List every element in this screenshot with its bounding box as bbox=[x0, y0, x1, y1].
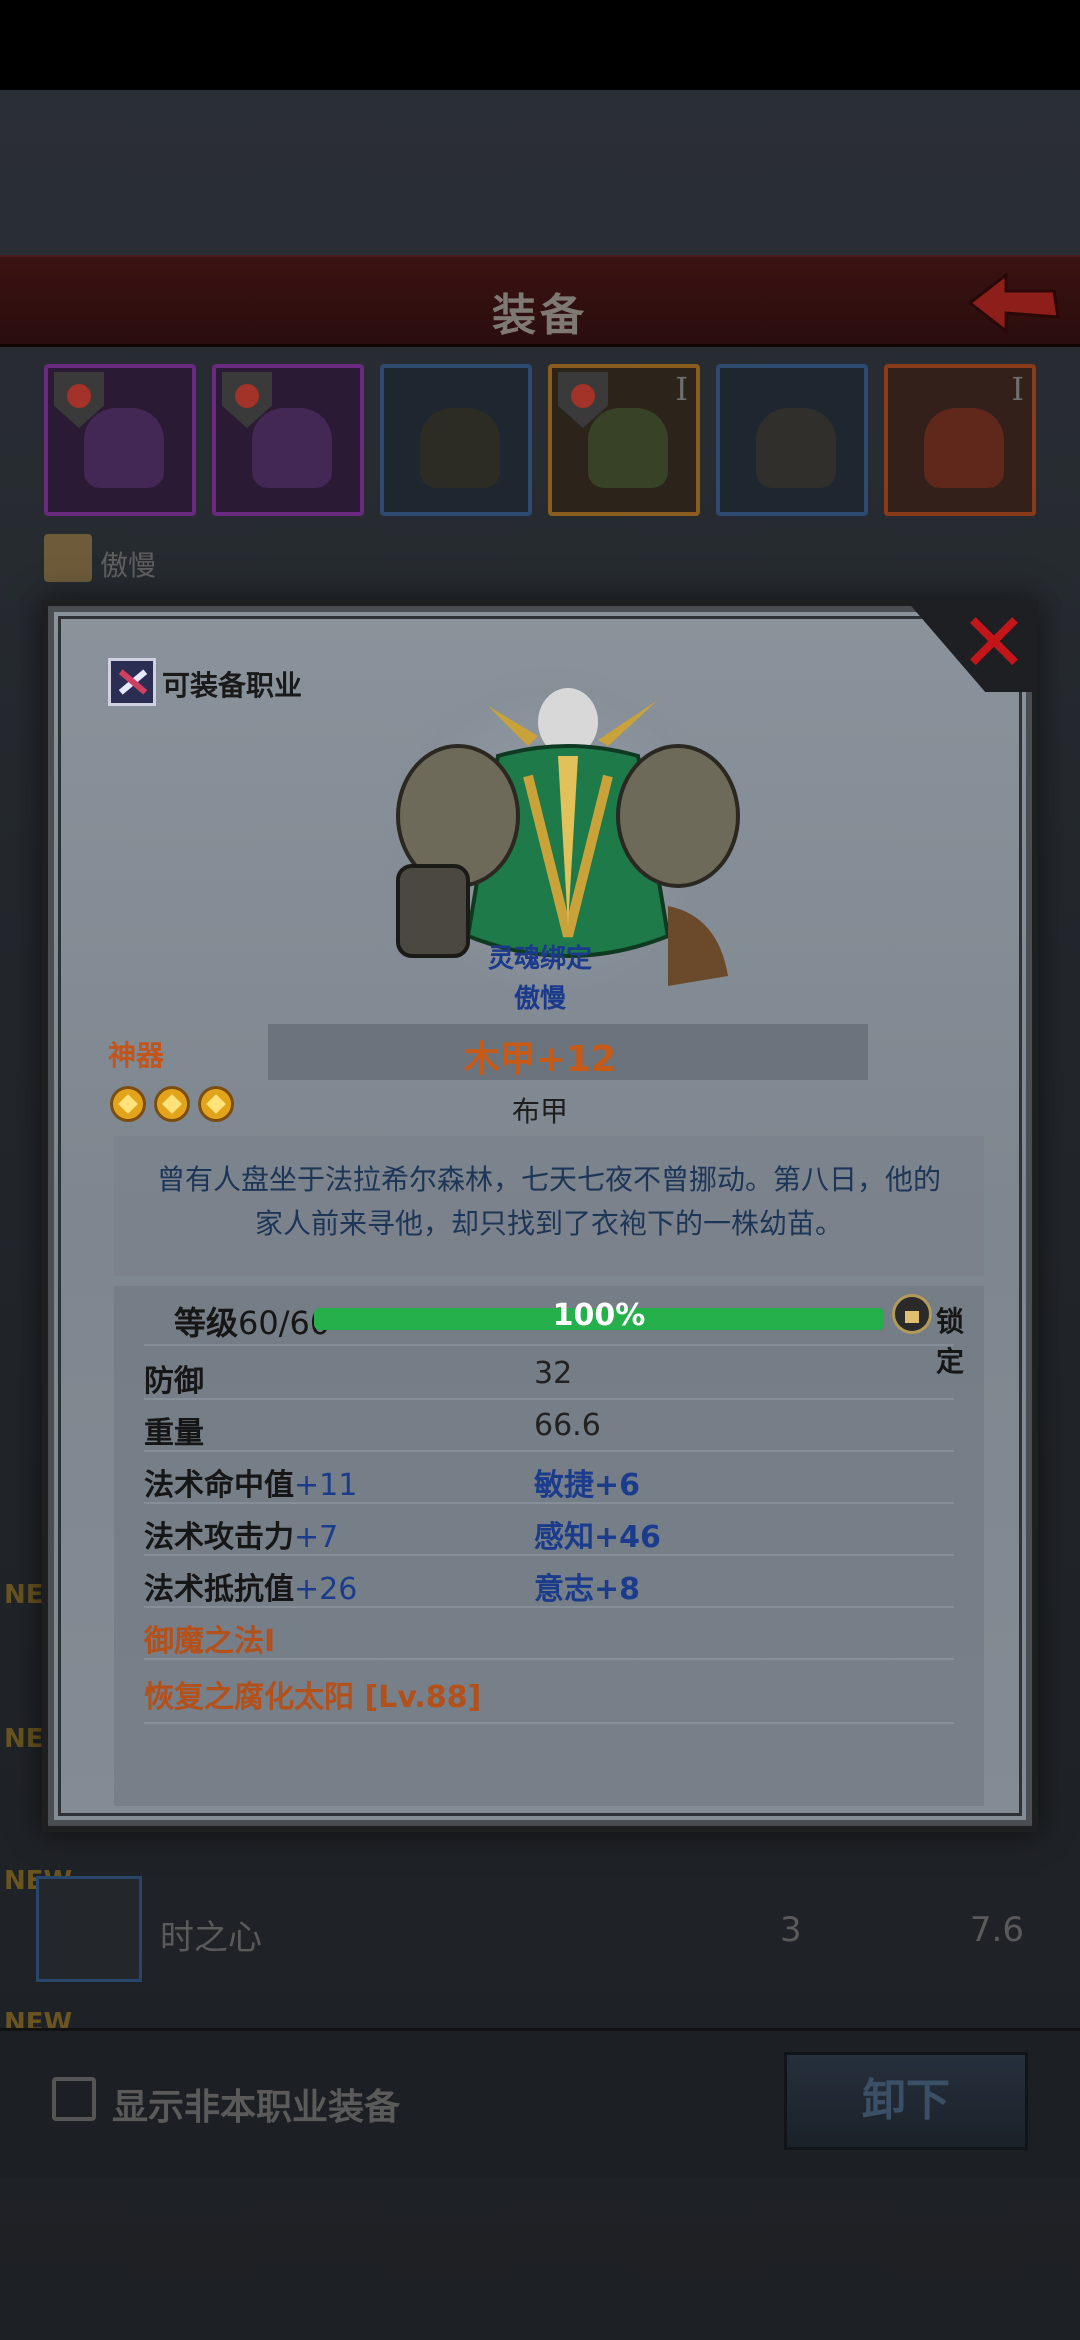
tier-label: I bbox=[1011, 370, 1024, 408]
item-thumbnail bbox=[36, 1876, 142, 1982]
helmet-icon bbox=[84, 408, 164, 488]
item-owner: 傲慢 bbox=[513, 984, 566, 1014]
list-item-count: 3 bbox=[780, 1910, 802, 1950]
bonus-stat-right: 感知+46 bbox=[534, 1520, 661, 1555]
bonus-stat-right: 意志+8 bbox=[534, 1572, 641, 1607]
equipment-slot-hood[interactable] bbox=[212, 364, 364, 516]
stats-box: 等级60/60 100% 锁定 防御 32 重量 66.6 法术命中值+11 敏… bbox=[114, 1286, 984, 1806]
equipment-slot-cloak[interactable] bbox=[380, 364, 532, 516]
equipment-slots: I I bbox=[44, 364, 1044, 516]
item-name: 木甲+12 bbox=[463, 1039, 617, 1080]
knot-charm-icon bbox=[924, 408, 1004, 488]
bonus-stat-left: 法术攻击力+7 bbox=[144, 1520, 339, 1555]
level-label: 等级60/60 bbox=[174, 1304, 331, 1342]
cloak-icon bbox=[420, 408, 500, 488]
stat-row-defense: 防御 32 bbox=[144, 1348, 954, 1400]
status-bar bbox=[0, 0, 1080, 90]
bonus-stat-left: 法术命中值+11 bbox=[144, 1468, 358, 1503]
tier-label: I bbox=[675, 370, 688, 408]
stat-label: 重量 bbox=[144, 1416, 204, 1451]
level-row: 等级60/60 100% 锁定 bbox=[144, 1286, 964, 1378]
stat-value: 32 bbox=[534, 1356, 573, 1391]
equippable-class-label[interactable]: 可装备职业 bbox=[162, 664, 302, 704]
bonus-stat-row: 法术命中值+11 敏捷+6 bbox=[144, 1452, 954, 1504]
stat-value: 66.6 bbox=[534, 1408, 601, 1443]
show-other-class-checkbox[interactable] bbox=[52, 2077, 96, 2121]
skill-label[interactable]: 御魔之法Ⅰ bbox=[144, 1616, 275, 1660]
lock-icon[interactable] bbox=[892, 1294, 932, 1334]
skill-row: 恢复之腐化太阳 [Lv.88] bbox=[144, 1664, 954, 1724]
stat-label: 防御 bbox=[144, 1364, 204, 1399]
description-box: 曾有人盘坐于法拉希尔森林，七天七夜不曾挪动。第八日，他的家人前来寻他，却只找到了… bbox=[114, 1136, 984, 1276]
soulbound-label: 灵魂绑定 bbox=[487, 944, 592, 974]
item-type: 布甲 bbox=[511, 1095, 568, 1128]
header-bar: 装备 bbox=[0, 255, 1080, 347]
bonus-stat-right: 敏捷+6 bbox=[534, 1468, 641, 1503]
equipment-slot-accessory[interactable]: I bbox=[884, 364, 1036, 516]
checkbox-label: 显示非本职业装备 bbox=[112, 2087, 401, 2128]
list-item-weight: 7.6 bbox=[969, 1910, 1024, 1950]
item-detail-modal: ✕ 可装备职业 灵魂绑定 傲慢 神器 木甲+12 布甲 曾有人盘坐于法拉希尔森林… bbox=[42, 600, 1038, 1832]
unequip-button[interactable]: 卸下 bbox=[784, 2052, 1028, 2150]
class-icon[interactable] bbox=[108, 658, 156, 706]
armor-icon bbox=[588, 408, 668, 488]
bonus-stat-left: 法术抵抗值+26 bbox=[144, 1572, 358, 1607]
skill-label[interactable]: 恢复之腐化太阳 [Lv.88] bbox=[144, 1672, 481, 1716]
list-item-name: 时之心 bbox=[160, 1918, 262, 1958]
bonus-stat-row: 法术抵抗值+26 意志+8 bbox=[144, 1556, 954, 1608]
avatar bbox=[44, 534, 92, 582]
list-item[interactable]: 时之心 3 7.6 bbox=[36, 1876, 1046, 1986]
stat-row-weight: 重量 66.6 bbox=[144, 1400, 954, 1452]
hood-icon bbox=[252, 408, 332, 488]
xp-percent: 100% bbox=[552, 1298, 646, 1333]
owner-name: 傲慢 bbox=[100, 549, 157, 582]
bonus-stat-row: 法术攻击力+7 感知+46 bbox=[144, 1504, 954, 1556]
equipment-slot-armor[interactable]: I bbox=[548, 364, 700, 516]
equipment-slot-boots[interactable] bbox=[716, 364, 868, 516]
item-description: 曾有人盘坐于法拉希尔森林，七天七夜不曾挪动。第八日，他的家人前来寻他，却只找到了… bbox=[156, 1163, 941, 1240]
page-title: 装备 bbox=[492, 290, 588, 341]
boots-icon bbox=[756, 408, 836, 488]
skill-row: 御魔之法Ⅰ bbox=[144, 1608, 954, 1660]
back-arrow-icon[interactable] bbox=[966, 269, 1062, 339]
equipment-slot-helmet[interactable] bbox=[44, 364, 196, 516]
